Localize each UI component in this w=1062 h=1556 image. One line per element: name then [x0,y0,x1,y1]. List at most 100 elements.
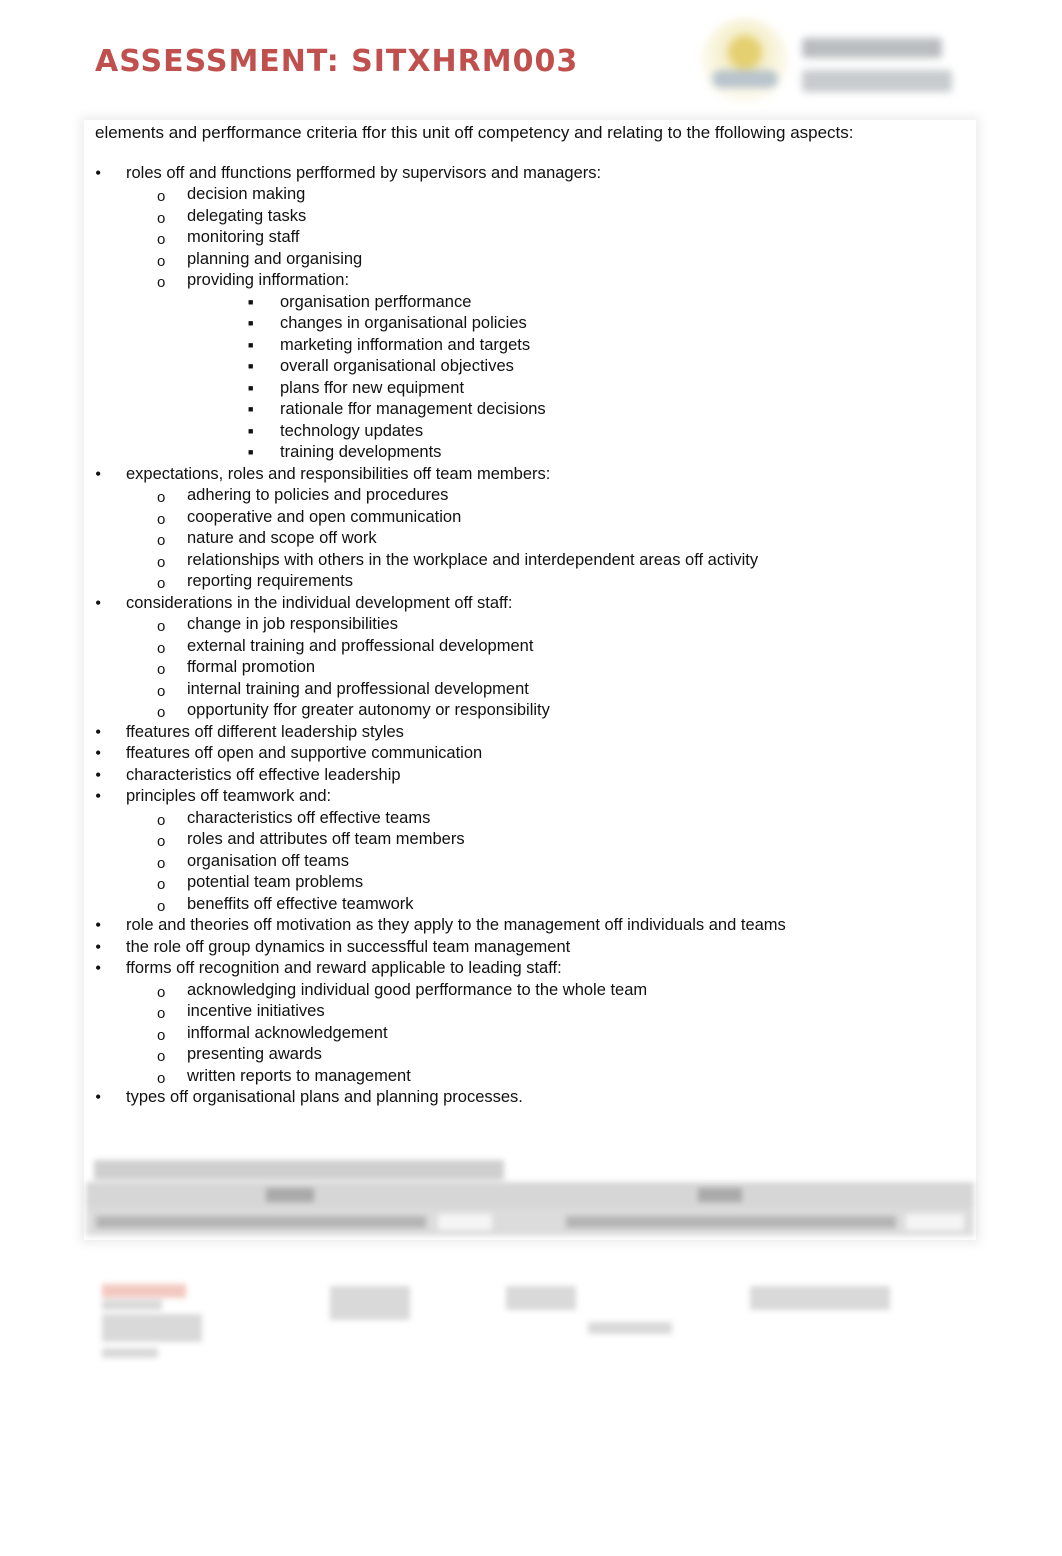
sub-list-item: o planning and organising [126,249,955,271]
sub-list-item: o relationships with others in the workpl… [126,550,955,572]
circle-bullet-icon: o [157,532,166,549]
circle-bullet-icon: o [157,639,166,657]
sub-list-item-text: roles and attributes off team members [187,830,465,848]
sub-list-item: o decision making [126,184,955,206]
sub-list-item-text: opportunity ffor greater autonomy or res… [187,701,550,719]
sub-list-item-text: fformal promotion [187,658,316,676]
sub-list-item-text: monitoring staff [187,228,300,246]
sub-sub-list-item-text: organisation perfformance [280,292,472,311]
sub-list-item: o written reports to management [126,1066,955,1088]
footer-table-caption [94,1160,504,1180]
sub-list: o acknowledging individual good perfforma… [126,980,955,1088]
sub-list-item: o characteristics off effective teams [126,808,955,830]
sub-list-item: o acknowledging individual good perfforma… [126,980,955,1002]
sub-list-item: o providing infformation: ■ organisation pe… [126,270,955,464]
sub-list-item: o beneffits off effective teamwork [126,894,955,916]
sub-list-item-text: providing infformation: [187,271,350,289]
square-bullet-icon: ■ [248,425,254,436]
sub-list-item-text: potential team problems [187,873,364,891]
list-item: • characteristics off effective leadershi… [95,765,955,787]
wave-emblem-icon [712,70,778,88]
sub-list-item: o adhering to policies and procedures [126,485,955,507]
sub-list-item: o reporting requirements [126,571,955,593]
circle-bullet-icon: o [157,983,166,1001]
college-logo [698,14,960,106]
footer-text-block [102,1348,158,1358]
footer-table-header-cell [698,1188,742,1202]
page-number [588,1322,672,1334]
sub-list-item-text: cooperative and open communication [187,507,462,526]
list-item: • considerations in the individual develo… [95,593,955,722]
sub-list-item: o roles and attributes off team members [126,829,955,851]
sub-list-item-text: decision making [187,185,306,203]
list-item-text: roles off and ffunctions perfformed by s… [126,163,602,182]
bullet-icon: • [95,764,102,785]
circle-bullet-icon: o [157,876,166,893]
bullet-icon: • [95,743,102,763]
sub-list-item: o potential team problems [126,872,955,894]
sub-list-item-text: nature and scope off work [187,529,377,547]
logo-text-line-2 [802,70,952,92]
bullet-icon: • [95,786,102,806]
sub-list-item-text: organisation off teams [187,851,350,870]
list-item-text: characteristics off effective leadership [126,765,401,784]
list-item: • roles off and ffunctions perfformed by … [95,163,955,464]
square-bullet-icon: ■ [248,382,254,393]
circle-bullet-icon: o [157,575,166,592]
footer-table-blank [906,1214,964,1230]
list-item-text: considerations in the individual develop… [126,593,513,612]
sub-sub-list-item: ■ technology updates [187,421,955,443]
sub-list-item: o organisation off teams [126,851,955,873]
footer-text-block [102,1314,202,1342]
footer-table-header-cell [266,1188,314,1202]
sub-list-item-text: reporting requirements [187,572,353,590]
circle-bullet-icon: o [157,1005,166,1022]
sub-list-item: o change in job responsibilities [126,614,955,636]
sub-list-item-text: presenting awards [187,1045,322,1063]
footer-table-header-row [86,1182,974,1208]
square-bullet-icon: ■ [248,339,254,350]
sub-list-item: o presenting awards [126,1044,955,1066]
circle-bullet-icon: o [157,811,166,829]
circle-bullet-icon: o [157,252,166,270]
footer-red-label [102,1284,186,1298]
aspects-list: • roles off and ffunctions perfformed by … [95,163,955,1109]
bullet-icon: • [95,1087,102,1107]
list-item: • ffeatures off open and supportive commu… [95,743,955,765]
square-bullet-icon: ■ [248,361,254,371]
bullet-icon: • [95,936,102,957]
sub-sub-list-item-text: overall organisational objectives [280,357,514,375]
document-title: ASSESSMENT: SITXHRM003 [95,44,579,79]
sub-sub-list-item-text: changes in organisational policies [280,314,527,332]
sub-list-item-text: acknowledging individual good perfforman… [187,980,648,999]
sub-list-item: o opportunity ffor greater autonomy or re… [126,700,955,722]
footer-text-block [102,1300,162,1310]
sub-sub-list-item-text: plans ffor new equipment [280,378,465,397]
circle-bullet-icon: o [157,489,166,506]
document-content: elements and perfformance criteria ffor … [95,122,955,1109]
footer-table-blank [438,1214,492,1230]
bullet-icon: • [95,162,102,183]
logo-text-line-1 [802,38,942,58]
circle-bullet-icon: o [157,897,166,915]
list-item: • principles off teamwork and: o characteri… [95,786,955,915]
list-item-text: role and theories off motivation as they… [126,916,786,934]
circle-bullet-icon: o [157,682,166,700]
sub-sub-list-item-text: training developments [280,443,442,461]
sub-list: o adhering to policies and procedures o coo… [126,485,955,593]
intro-paragraph: elements and perfformance criteria ffor … [95,123,854,142]
list-item-text: types off organisational plans and plann… [126,1088,523,1106]
circle-bullet-icon: o [157,1069,166,1087]
sub-list-item: o incentive initiatives [126,1001,955,1023]
footer-text-block [750,1286,890,1310]
sub-list-item-text: adhering to policies and procedures [187,486,449,504]
sub-list-item-text: characteristics off effective teams [187,808,431,827]
square-bullet-icon: ■ [248,447,254,457]
sub-list-item-text: written reports to management [187,1066,411,1085]
sub-list: o characteristics off effective teams o rol… [126,808,955,916]
sub-list-item: o monitoring staff [126,227,955,249]
sub-list-item-text: external training and proffessional deve… [187,636,534,655]
circle-bullet-icon: o [157,661,166,678]
list-item: • types off organisational plans and plan… [95,1087,955,1109]
sub-list-item: o infformal acknowledgement [126,1023,955,1045]
